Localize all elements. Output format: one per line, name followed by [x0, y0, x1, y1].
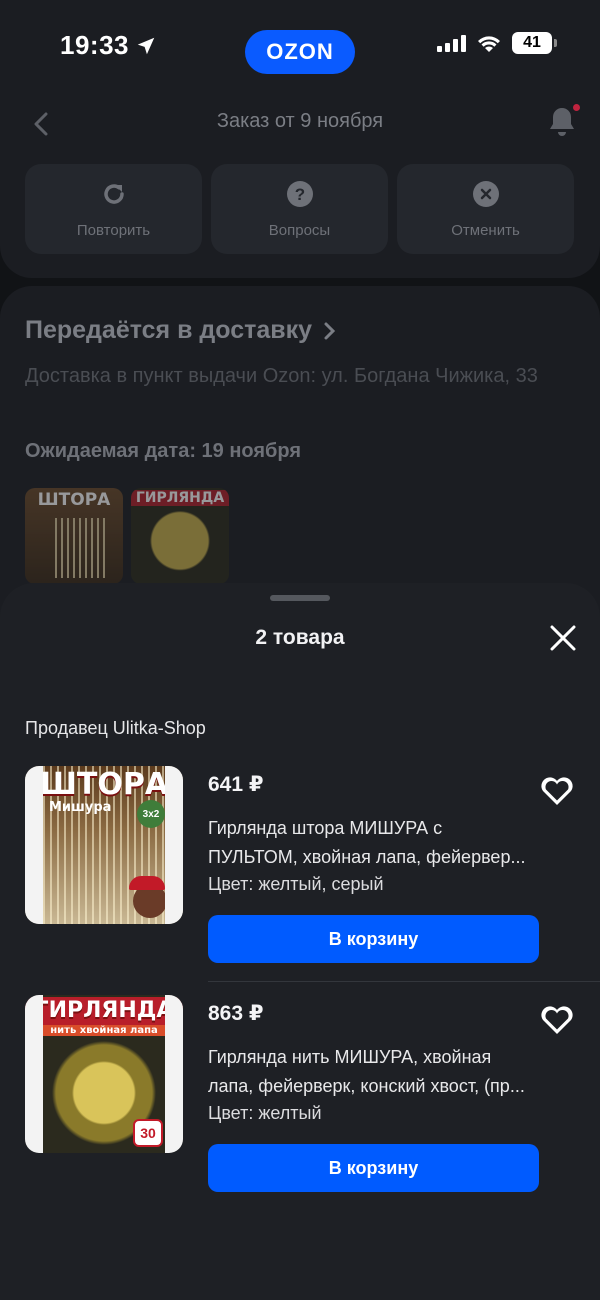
wifi-icon [478, 36, 500, 52]
order-item-thumbnail[interactable]: ГИРЛЯНДА [131, 488, 229, 584]
product-image-title: ГИРЛЯНДА [25, 997, 183, 1025]
delivery-status-text: Передаётся в доставку [25, 316, 313, 344]
product-color: Цвет: желтый [208, 1103, 322, 1123]
expected-date: Ожидаемая дата: 19 ноября [25, 440, 302, 462]
repeat-label: Повторить [76, 221, 151, 239]
product-image-subtitle: нить хвойная лапа [43, 1025, 165, 1036]
location-arrow-icon [137, 37, 155, 54]
notification-dot [573, 104, 580, 111]
sheet-title: 2 товара [255, 626, 345, 649]
product-name-line2: лапа, фейерверк, конский хвост, (пр... [208, 1076, 525, 1096]
items-sheet: 2 товара Продавец Ulitka-Shop ШТОРА Мишу… [0, 583, 600, 1300]
seller-name[interactable]: Продавец Ulitka-Shop [25, 718, 206, 739]
product-image[interactable]: ГИРЛЯНДА нить хвойная лапа 30 [25, 995, 183, 1153]
status-time-text: 19:33 [60, 30, 129, 60]
item-divider [208, 981, 600, 982]
repeat-button[interactable]: Повторить [25, 164, 202, 254]
product-name[interactable]: Гирлянда штора МИШУРА с ПУЛЬТОМ, хвойная… [208, 814, 548, 872]
sheet-handle[interactable] [270, 595, 330, 601]
cancel-order-button[interactable]: Отменить [397, 164, 574, 254]
battery-icon: 41 [512, 32, 557, 54]
cancel-label: Отменить [451, 221, 520, 239]
product-name-line1: Гирлянда нить МИШУРА, хвойная [208, 1047, 492, 1067]
heart-icon[interactable] [538, 1001, 576, 1037]
product-name-line1: Гирлянда штора МИШУРА с [208, 818, 443, 838]
repeat-icon [103, 183, 124, 204]
order-item-thumbnail[interactable]: ШТОРА [25, 488, 123, 584]
brand-text: OZON [266, 39, 334, 64]
product-image[interactable]: ШТОРА Мишура 3x2 [25, 766, 183, 924]
order-actions: Повторить ? Вопросы Отменить [25, 164, 574, 254]
thumbnail-caption: ШТОРА [37, 490, 111, 510]
thumbnail-caption: ГИРЛЯНДА [131, 490, 229, 506]
status-indicators: 41 [437, 32, 557, 54]
cancel-icon [472, 180, 499, 207]
question-icon: ? [286, 180, 313, 207]
status-time: 19:33 [60, 30, 157, 61]
ozon-logo: OZON [245, 30, 355, 74]
product-name[interactable]: Гирлянда нить МИШУРА, хвойная лапа, фейе… [208, 1043, 548, 1101]
product-price: 863 ₽ [208, 1002, 264, 1025]
status-bar: 19:33 OZON 41 [0, 0, 600, 90]
product-name-line2: ПУЛЬТОМ, хвойная лапа, фейервер... [208, 847, 526, 867]
delivery-address: Доставка в пункт выдачи Ozon: ул. Богдан… [25, 365, 538, 387]
product-image-subtitle: Мишура [49, 800, 112, 815]
add-to-cart-button[interactable]: В корзину [208, 915, 539, 963]
svg-text:?: ? [294, 185, 304, 204]
heart-icon[interactable] [538, 772, 576, 808]
battery-level: 41 [523, 34, 541, 51]
page-title: Заказ от 9 ноября [216, 110, 384, 132]
close-icon[interactable] [548, 623, 578, 653]
product-color: Цвет: желтый, серый [208, 874, 384, 894]
chevron-right-icon [324, 322, 336, 339]
product-image-badge: 3x2 [137, 800, 165, 828]
delivery-status[interactable]: Передаётся в доставку [25, 316, 338, 345]
questions-label: Вопросы [268, 221, 331, 239]
questions-button[interactable]: ? Вопросы [211, 164, 388, 254]
product-price: 641 ₽ [208, 773, 264, 796]
product-image-badge: 30 [133, 1119, 163, 1147]
add-to-cart-button[interactable]: В корзину [208, 1144, 539, 1192]
cellular-signal-icon [437, 34, 466, 52]
product-image-title: ШТОРА [39, 767, 169, 802]
